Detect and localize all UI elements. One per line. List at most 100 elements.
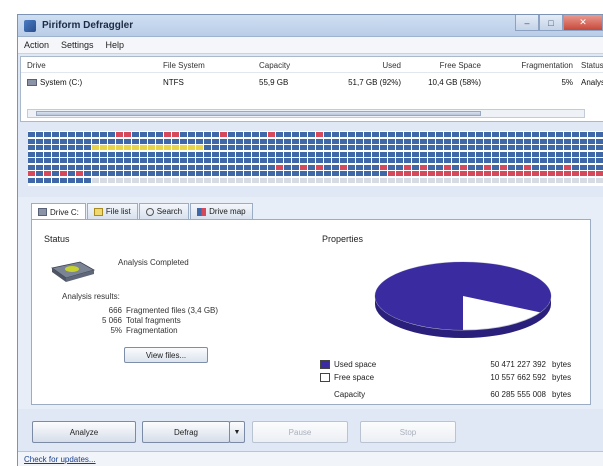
menu-help[interactable]: Help — [106, 40, 125, 50]
map-block — [564, 164, 571, 170]
map-block — [572, 158, 579, 163]
map-block — [492, 177, 499, 183]
close-button[interactable]: ✕ — [563, 15, 603, 31]
view-files-button[interactable]: View files... — [124, 347, 208, 363]
defrag-options-dropdown[interactable]: ▼ — [229, 421, 245, 443]
map-block — [196, 145, 203, 150]
map-block — [324, 177, 331, 183]
map-block — [540, 164, 547, 170]
map-block — [356, 151, 363, 157]
map-block — [60, 158, 67, 163]
map-block — [468, 171, 475, 176]
map-block — [156, 177, 163, 183]
map-block — [268, 164, 275, 170]
map-block — [460, 132, 467, 137]
col-free-space[interactable]: Free Space — [406, 61, 481, 70]
minimize-button[interactable]: – — [515, 15, 539, 31]
col-fragmentation[interactable]: Fragmentation — [483, 61, 573, 70]
pause-button[interactable]: Pause — [252, 421, 348, 443]
map-block — [420, 138, 427, 144]
map-block — [348, 151, 355, 157]
map-block — [100, 132, 107, 137]
map-block — [396, 158, 403, 163]
map-block — [228, 177, 235, 183]
map-block — [188, 158, 195, 163]
map-block — [44, 145, 51, 150]
map-block — [532, 145, 539, 150]
map-block — [292, 158, 299, 163]
map-block — [148, 177, 155, 183]
map-block — [44, 171, 51, 176]
map-block — [100, 158, 107, 163]
map-block — [140, 138, 147, 144]
map-block — [164, 177, 171, 183]
map-block — [420, 171, 427, 176]
legend-used-space: Used space 50 471 227 392 bytes — [320, 360, 571, 369]
map-block — [292, 138, 299, 144]
map-block — [36, 177, 43, 183]
map-block — [316, 177, 323, 183]
col-drive[interactable]: Drive — [27, 61, 46, 70]
check-updates-link[interactable]: Check for updates... — [24, 455, 96, 464]
map-block — [596, 145, 603, 150]
stop-button[interactable]: Stop — [360, 421, 456, 443]
capacity-spacer — [320, 390, 330, 399]
map-block — [588, 164, 595, 170]
col-file-system[interactable]: File System — [163, 61, 205, 70]
map-block — [172, 138, 179, 144]
col-status[interactable]: Status — [581, 61, 603, 70]
map-block — [100, 145, 107, 150]
map-block — [436, 171, 443, 176]
map-block — [260, 164, 267, 170]
map-block — [452, 145, 459, 150]
drive-row[interactable]: System (C:) NTFS 55,9 GB 51,7 GB (92%) 1… — [21, 75, 603, 89]
map-block — [60, 145, 67, 150]
drive-block-map — [28, 131, 603, 186]
tab-search[interactable]: Search — [138, 203, 190, 219]
map-block — [116, 158, 123, 163]
map-block — [444, 158, 451, 163]
horizontal-scrollbar[interactable] — [27, 109, 585, 118]
title-bar: Piriform Defraggler – □ ✕ — [18, 15, 603, 37]
map-block — [532, 177, 539, 183]
map-block — [524, 145, 531, 150]
map-block — [108, 177, 115, 183]
tab-drive-c[interactable]: Drive C: — [31, 203, 86, 220]
disk-usage-pie — [374, 261, 552, 338]
analyze-button[interactable]: Analyze — [32, 421, 136, 443]
map-block — [76, 145, 83, 150]
map-block — [476, 164, 483, 170]
defrag-button[interactable]: Defrag — [142, 421, 230, 443]
free-space-unit: bytes — [552, 373, 572, 382]
map-block — [252, 158, 259, 163]
scrollbar-thumb[interactable] — [36, 111, 481, 116]
map-block — [196, 171, 203, 176]
map-block — [348, 158, 355, 163]
map-block — [596, 158, 603, 163]
map-block — [380, 145, 387, 150]
map-block — [388, 132, 395, 137]
col-capacity[interactable]: Capacity — [259, 61, 290, 70]
map-block — [116, 171, 123, 176]
tab-drive-map[interactable]: Drive map — [190, 203, 253, 219]
map-block — [180, 164, 187, 170]
map-block — [436, 132, 443, 137]
map-block — [572, 151, 579, 157]
map-block — [396, 151, 403, 157]
map-block — [436, 145, 443, 150]
map-block — [180, 145, 187, 150]
tab-file-list[interactable]: File list — [86, 203, 138, 219]
map-block — [564, 145, 571, 150]
map-block — [28, 164, 35, 170]
drive-used: 51,7 GB (92%) — [348, 77, 401, 87]
menu-settings[interactable]: Settings — [61, 40, 94, 50]
map-block — [404, 138, 411, 144]
map-block — [36, 151, 43, 157]
map-block — [468, 132, 475, 137]
menu-action[interactable]: Action — [24, 40, 49, 50]
map-block — [44, 158, 51, 163]
col-used[interactable]: Used — [321, 61, 401, 70]
maximize-button[interactable]: □ — [539, 15, 563, 31]
map-block — [460, 158, 467, 163]
map-block — [140, 145, 147, 150]
